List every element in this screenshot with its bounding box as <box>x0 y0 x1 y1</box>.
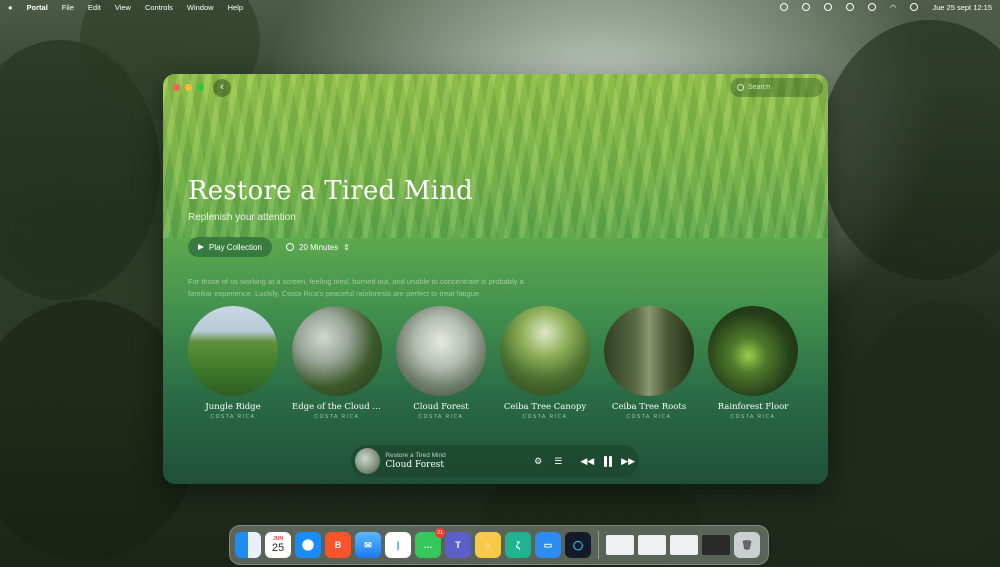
status-icon-1[interactable] <box>779 3 788 11</box>
now-playing-collection: Restore a Tired Mind <box>385 452 446 459</box>
play-collection-button[interactable]: Play Collection <box>188 237 272 257</box>
scene-tile[interactable]: Edge of the Cloud For… COSTA RICA <box>292 306 382 420</box>
menu-window[interactable]: Window <box>187 3 214 12</box>
list-icon[interactable]: ☰ <box>554 456 562 467</box>
pause-button[interactable] <box>604 455 613 467</box>
now-playing-artwork[interactable] <box>355 448 381 474</box>
search-field[interactable] <box>730 78 823 97</box>
scene-name: Jungle Ridge <box>205 402 261 412</box>
portal-window: ‹ Restore a Tired Mind Replenish your at… <box>163 74 828 484</box>
scene-list: Jungle Ridge COSTA RICA Edge of the Clou… <box>188 306 798 420</box>
now-playing-track: Cloud Forest <box>385 460 445 470</box>
play-collection-label: Play Collection <box>209 242 262 252</box>
collection-description: For those of us working at a screen, fee… <box>188 277 524 298</box>
brave-icon[interactable]: B <box>325 532 351 558</box>
trash-icon[interactable]: 🗑 <box>734 532 760 558</box>
messages-badge: 21 <box>435 528 445 538</box>
scene-tile[interactable]: Ceiba Tree Roots COSTA RICA <box>604 306 694 420</box>
scene-tile[interactable]: Ceiba Tree Canopy COSTA RICA <box>500 306 590 420</box>
scene-thumbnail[interactable] <box>292 306 382 396</box>
scene-location: COSTA RICA <box>418 414 464 420</box>
chevron-left-icon: ‹ <box>220 81 224 93</box>
scene-name: Ceiba Tree Roots <box>611 402 687 412</box>
duration-selector[interactable]: 20 Minutes ⇕ <box>286 237 350 257</box>
amie-icon[interactable]: ○ <box>475 532 501 558</box>
search-icon[interactable] <box>801 3 810 11</box>
mixer-icon[interactable]: ⚙ <box>534 456 542 467</box>
scene-thumbnail[interactable] <box>500 306 590 396</box>
menu-clock[interactable]: Jue 25 sept 12:15 <box>932 3 992 12</box>
chevron-updown-icon: ⇕ <box>343 242 350 252</box>
dock-separator <box>598 531 599 559</box>
menu-bar: ● Portal File Edit View Controls Window … <box>0 0 1000 14</box>
menu-controls[interactable]: Controls <box>145 3 173 12</box>
scene-location: COSTA RICA <box>626 414 672 420</box>
search-icon <box>737 84 744 91</box>
scene-location: COSTA RICA <box>522 414 568 420</box>
teams-icon[interactable]: T <box>445 532 471 558</box>
zoom-button[interactable] <box>197 84 204 91</box>
zed-icon[interactable]: ζ <box>505 532 531 558</box>
control-center-icon[interactable] <box>910 3 919 11</box>
scene-tile[interactable]: Rainforest Floor COSTA RICA <box>708 306 798 420</box>
notes-icon[interactable]: | <box>385 532 411 558</box>
scene-location: COSTA RICA <box>314 414 360 420</box>
scene-tile[interactable]: Jungle Ridge COSTA RICA <box>188 306 278 420</box>
scene-thumbnail[interactable] <box>188 306 278 396</box>
scene-location: COSTA RICA <box>210 414 256 420</box>
window-controls <box>173 84 204 91</box>
menu-edit[interactable]: Edit <box>88 3 101 12</box>
timer-icon <box>286 243 294 251</box>
window-thumbnail[interactable] <box>606 535 634 555</box>
duration-label: 20 Minutes <box>299 242 339 252</box>
now-playing-info: Restore a Tired Mind Cloud Forest <box>385 452 522 470</box>
close-button[interactable] <box>173 84 180 91</box>
calendar-icon[interactable]: JUN 25 <box>265 532 291 558</box>
safari-icon[interactable] <box>295 532 321 558</box>
menu-file[interactable]: File <box>62 3 74 12</box>
page-subtitle: Replenish your attention <box>188 212 296 223</box>
wifi-icon[interactable]: ◠ <box>890 3 897 12</box>
scene-thumbnail[interactable] <box>396 306 486 396</box>
window-thumbnail[interactable] <box>670 535 698 555</box>
finder-icon[interactable] <box>235 532 261 558</box>
scene-location: COSTA RICA <box>730 414 776 420</box>
search-input[interactable] <box>748 84 818 91</box>
scene-name: Cloud Forest <box>413 402 469 412</box>
scene-thumbnail[interactable] <box>708 306 798 396</box>
status-icon-4[interactable] <box>867 3 876 11</box>
scene-name: Edge of the Cloud For… <box>292 402 382 412</box>
menu-view[interactable]: View <box>115 3 131 12</box>
scene-thumbnail[interactable] <box>604 306 694 396</box>
next-button[interactable]: ▶▶ <box>621 456 635 467</box>
now-playing-bar[interactable]: Restore a Tired Mind Cloud Forest ⚙ ☰ ◀◀… <box>351 445 639 477</box>
minimize-button[interactable] <box>185 84 192 91</box>
status-icon-3[interactable] <box>845 3 854 11</box>
window-thumbnail[interactable] <box>638 535 666 555</box>
scene-tile[interactable]: Cloud Forest COSTA RICA <box>396 306 486 420</box>
play-icon <box>198 244 204 250</box>
dock: JUN 25 B ✉ | … 21 T ○ ζ ▭ ◯ 🗑 <box>229 525 769 565</box>
scene-name: Ceiba Tree Canopy <box>503 402 587 412</box>
siri-icon[interactable]: ◯ <box>565 532 591 558</box>
scene-name: Rainforest Floor <box>717 402 789 412</box>
menu-app-name[interactable]: Portal <box>27 3 48 12</box>
apple-icon[interactable]: ● <box>8 3 13 12</box>
messages-icon[interactable]: … 21 <box>415 528 445 558</box>
calendar-day: 25 <box>271 542 285 554</box>
window-thumbnail[interactable] <box>702 535 730 555</box>
page-title: Restore a Tired Mind <box>188 176 473 206</box>
back-button[interactable]: ‹ <box>213 79 231 97</box>
previous-button[interactable]: ◀◀ <box>580 456 594 467</box>
storage-icon[interactable]: ▭ <box>535 532 561 558</box>
mail-icon[interactable]: ✉ <box>355 532 381 558</box>
menu-help[interactable]: Help <box>228 3 243 12</box>
status-icon-2[interactable] <box>823 3 832 11</box>
